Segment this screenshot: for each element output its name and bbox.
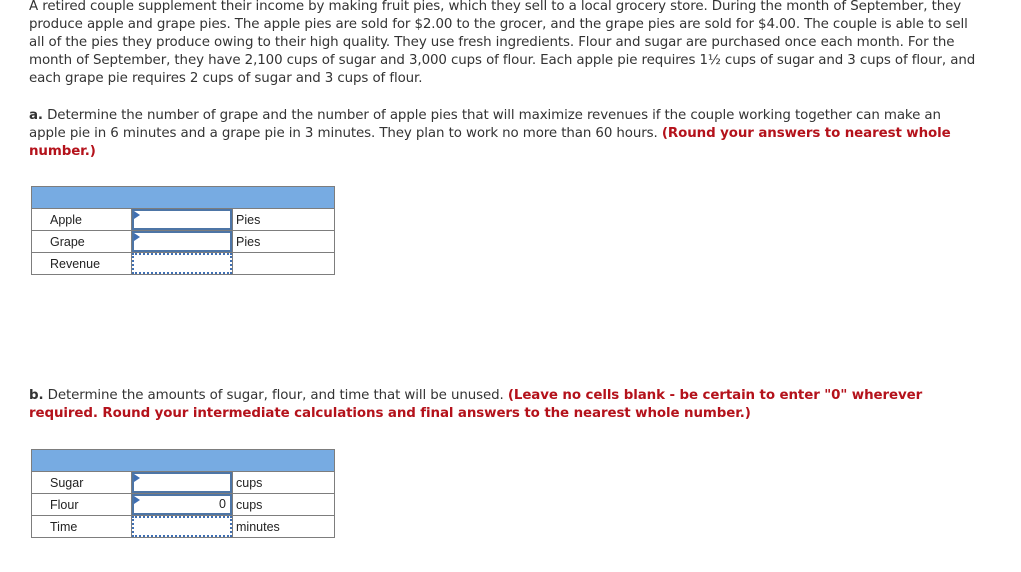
flour-unused-input[interactable]: 0 [132, 494, 232, 515]
part-a-question: a. Determine the number of grape and the… [29, 107, 979, 161]
table-row-sugar: Sugar cups [31, 471, 335, 494]
row-label: Grape [31, 230, 132, 253]
row-unit: minutes [232, 515, 335, 538]
sugar-unused-input[interactable] [132, 472, 232, 493]
row-label: Sugar [31, 471, 132, 494]
revenue-calculated-field [132, 253, 232, 274]
row-unit: Pies [232, 230, 335, 253]
table-row-apple: Apple Pies [31, 208, 335, 231]
part-b-label: b. [29, 388, 44, 403]
part-a-answer-table: Apple Pies Grape Pies Revenue [31, 186, 335, 275]
time-calculated-field [132, 516, 232, 537]
table-row-revenue: Revenue [31, 252, 335, 275]
row-unit [232, 252, 335, 275]
part-a-label: a. [29, 108, 43, 123]
part-b-answer-table: Sugar cups Flour 0 cups Time minutes [31, 449, 335, 538]
grape-pies-input[interactable] [132, 231, 232, 252]
input-flag-icon [134, 474, 140, 482]
problem-intro: A retired couple supplement their income… [29, 0, 976, 86]
row-unit: cups [232, 471, 335, 494]
apple-pies-input[interactable] [132, 209, 232, 230]
part-b-text: Determine the amounts of sugar, flour, a… [43, 388, 508, 403]
row-unit: cups [232, 493, 335, 516]
table-row-grape: Grape Pies [31, 230, 335, 253]
table-row-flour: Flour 0 cups [31, 493, 335, 516]
table-header [31, 449, 335, 472]
row-label: Time [31, 515, 132, 538]
row-label: Apple [31, 208, 132, 231]
row-unit: Pies [232, 208, 335, 231]
table-header [31, 186, 335, 209]
table-row-time: Time minutes [31, 515, 335, 538]
input-flag-icon [134, 211, 140, 219]
row-label: Revenue [31, 252, 132, 275]
input-flag-icon [134, 496, 140, 504]
input-flag-icon [134, 233, 140, 241]
row-label: Flour [31, 493, 132, 516]
part-b-question: b. Determine the amounts of sugar, flour… [29, 387, 979, 423]
